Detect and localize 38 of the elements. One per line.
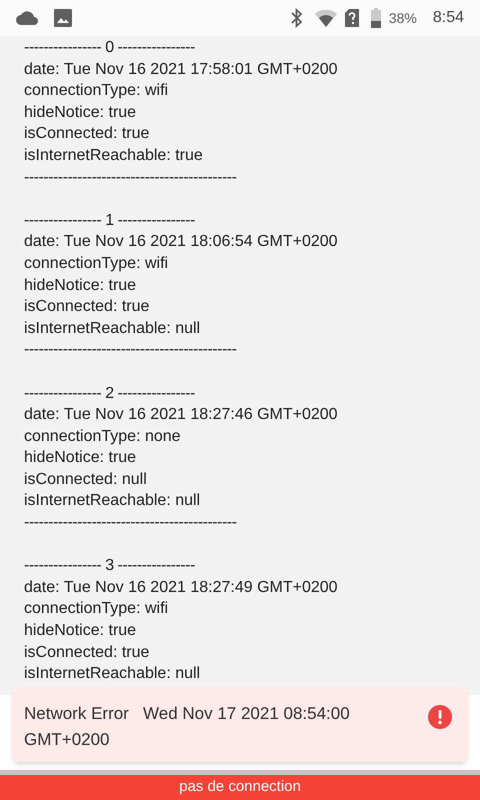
cloud-icon xyxy=(16,10,38,26)
error-icon xyxy=(428,705,452,729)
battery-icon xyxy=(370,8,381,28)
log-separator: ---------------- 2 ---------------- xyxy=(24,384,196,404)
log-line: date: Tue Nov 16 2021 18:27:49 GMT+0200 xyxy=(24,578,339,598)
log-line: isConnected: true xyxy=(24,297,150,318)
log-line: isConnected: true xyxy=(24,124,150,144)
toast-message: Network Error Wed Nov 17 2021 08:54:00 GMT+0200 xyxy=(24,703,351,751)
sim-card-icon xyxy=(344,9,359,27)
image-icon xyxy=(54,9,72,27)
log-line: connectionType: wifi xyxy=(24,254,170,274)
battery-percentage: 38% xyxy=(388,8,417,28)
log-line: isInternetReachable: null xyxy=(24,318,202,339)
log-line: hideNotice: true xyxy=(24,102,138,123)
clock-time: 8:54 xyxy=(432,8,464,28)
log-separator: -------------------------------------------- xyxy=(24,513,238,534)
bluetooth-icon xyxy=(290,8,303,28)
log-line: hideNotice: true xyxy=(24,621,138,642)
log-line: hideNotice: true xyxy=(24,276,138,296)
log-line: connectionType: wifi xyxy=(24,599,170,620)
wifi-icon xyxy=(314,10,337,26)
log-line: hideNotice: true xyxy=(24,448,138,468)
offline-banner: pas de connection xyxy=(0,775,480,800)
log-separator: -------------------------------------------- xyxy=(24,340,238,360)
log-line: isInternetReachable: null xyxy=(24,664,202,684)
log-line: isConnected: null xyxy=(24,470,148,490)
log-line: isConnected: true xyxy=(24,642,150,663)
log-line: date: Tue Nov 16 2021 18:06:54 GMT+0200 xyxy=(24,232,339,252)
log-line: date: Tue Nov 16 2021 17:58:01 GMT+0200 xyxy=(24,60,339,80)
log-line: isInternetReachable: null xyxy=(24,491,202,512)
log-line: isInternetReachable: true xyxy=(24,146,204,166)
log-separator: ---------------- 3 ---------------- xyxy=(24,556,196,576)
log-separator: ---------------- 0 ---------------- xyxy=(24,38,196,58)
log-line: connectionType: wifi xyxy=(24,81,170,102)
log-separator: ---------------- 1 ---------------- xyxy=(24,210,196,231)
log-line: connectionType: none xyxy=(24,426,182,447)
log-separator: -------------------------------------------- xyxy=(24,168,238,188)
log-line: date: Tue Nov 16 2021 18:27:46 GMT+0200 xyxy=(24,405,339,426)
